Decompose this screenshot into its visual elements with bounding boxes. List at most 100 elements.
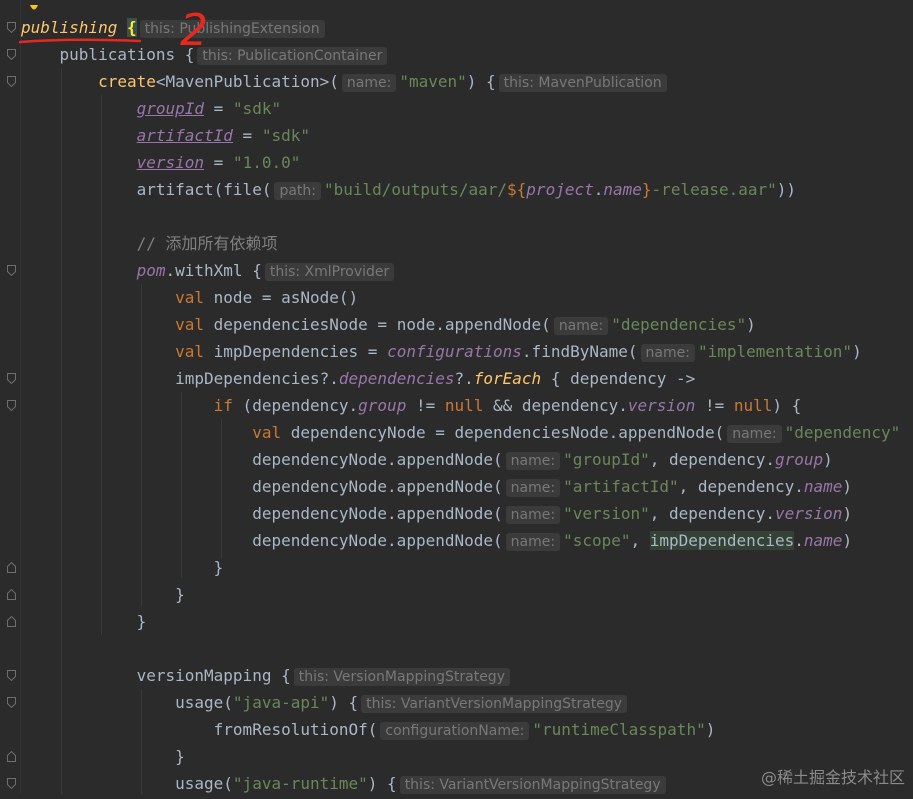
fold-marker-icon[interactable] <box>7 778 16 789</box>
code-editor[interactable]: publishing {this: PublishingExtension pu… <box>21 14 913 797</box>
code-string: "sdk" <box>261 126 310 145</box>
code-line-10: pom.withXml {this: XmlProvider <box>21 257 913 284</box>
inlay-hint: name: <box>640 344 695 362</box>
code-string: "java-runtime" <box>232 774 368 793</box>
code-text: ) <box>823 450 833 469</box>
code-line-12: val dependenciesNode = node.appendNode(n… <box>21 311 913 338</box>
code-text: } <box>213 558 224 577</box>
fold-end-marker-icon[interactable] <box>7 616 16 627</box>
fold-marker-icon[interactable] <box>7 697 16 708</box>
code-string: "artifactId" <box>563 477 679 496</box>
code-text: dependencyNode.appendNode( <box>252 504 503 523</box>
code-text: fromResolutionOf( <box>213 720 378 739</box>
code-text: . <box>593 180 604 199</box>
code-property: dependencies <box>338 369 455 388</box>
code-keyword: null <box>733 396 773 415</box>
fold-marker-icon[interactable] <box>7 49 16 60</box>
code-string: "scope" <box>563 531 631 550</box>
code-property: project <box>526 180 594 199</box>
inlay-hint: name: <box>505 533 561 551</box>
code-keyword: val <box>252 423 282 442</box>
code-line-4: groupId = "sdk" <box>21 95 913 122</box>
code-line-2: publications {this: PublicationContainer <box>21 41 913 68</box>
code-string: "1.0.0" <box>232 153 301 172</box>
code-text: ) <box>852 342 862 361</box>
code-text: usage( <box>175 774 233 793</box>
watermark-text: @稀土掘金技术社区 <box>760 768 905 787</box>
code-text: , dependency. <box>678 477 804 496</box>
inlay-hint: name: <box>505 479 561 497</box>
code-property: version <box>627 396 696 415</box>
code-text: ) <box>746 315 756 334</box>
inlay-hint: path: <box>274 182 321 200</box>
code-line-27: fromResolutionOf(configurationName: "runt… <box>21 716 913 743</box>
code-text: ) { <box>329 693 359 712</box>
code-line-11: val node = asNode() <box>21 284 913 311</box>
inlay-hint: this: VariantVersionMappingStrategy <box>361 695 628 713</box>
code-keyword: val <box>175 288 205 307</box>
code-template: } <box>641 180 652 199</box>
code-text: )) <box>776 180 797 199</box>
code-string: -release.aar" <box>651 180 777 199</box>
fold-marker-icon[interactable] <box>7 76 16 87</box>
code-keyword: val <box>175 342 205 361</box>
code-text: impDependencies?. <box>175 369 339 388</box>
fold-end-marker-icon[interactable] <box>7 589 16 600</box>
code-text: ) <box>842 531 853 550</box>
fold-marker-icon[interactable] <box>7 265 16 276</box>
code-line-7: artifact(file(path: "build/outputs/aar/${… <box>21 176 913 203</box>
code-text: = <box>204 153 233 172</box>
code-line-13: val impDependencies = configurations.fin… <box>21 338 913 365</box>
code-text: ?. <box>454 369 474 388</box>
inlay-hint: configurationName: <box>380 722 530 740</box>
code-text: ) <box>842 477 853 496</box>
code-string: "dependencies" <box>611 315 747 334</box>
code-text: ) { <box>772 396 802 415</box>
code-line-14: impDependencies?.dependencies?.forEach {… <box>21 365 913 392</box>
fold-end-marker-icon[interactable] <box>7 751 16 762</box>
code-property: name <box>603 180 642 199</box>
inlay-hint: this: VariantVersionMappingStrategy <box>399 776 666 794</box>
inlay-hint: this: MavenPublication <box>498 74 667 92</box>
code-line-3: create<MavenPublication>(name: "maven") {… <box>21 68 913 95</box>
code-text: { dependency -> <box>541 369 696 388</box>
code-text: impDependencies = <box>204 342 388 361</box>
code-string: "build/outputs/aar/ <box>324 180 508 199</box>
fold-marker-icon[interactable] <box>7 22 16 33</box>
inlay-hint: this: PublicationContainer <box>197 47 388 65</box>
code-property: configurations <box>387 342 522 361</box>
code-text: node = asNode() <box>204 288 359 307</box>
fold-marker-icon[interactable] <box>7 373 16 384</box>
code-text: versionMapping { <box>136 666 291 685</box>
code-line-26: usage("java-api") {this: VariantVersionM… <box>21 689 913 716</box>
fold-end-marker-icon[interactable] <box>7 562 16 573</box>
code-text: (dependency. <box>232 396 359 415</box>
code-line-22: } <box>21 581 913 608</box>
code-text: } <box>136 612 147 631</box>
fold-marker-icon[interactable] <box>7 400 16 411</box>
code-text: = <box>232 126 262 145</box>
code-text: , <box>630 531 650 550</box>
code-keyword: if <box>213 396 233 415</box>
code-property: artifactId <box>136 126 233 145</box>
code-text: usage( <box>175 693 233 712</box>
code-text: artifact(file( <box>136 180 272 199</box>
inlay-hint: name: <box>505 506 561 524</box>
code-function: create <box>98 72 156 91</box>
code-text: ) <box>705 720 716 739</box>
code-string: "implementation" <box>697 342 853 361</box>
code-string: "sdk" <box>232 99 282 118</box>
code-property: pom <box>136 261 166 280</box>
code-text: dependencyNode.appendNode( <box>252 450 503 469</box>
code-text: } <box>175 747 185 766</box>
code-line-17: dependencyNode.appendNode(name: "groupId"… <box>21 446 913 473</box>
editor-gutter <box>0 0 21 794</box>
code-text: != <box>406 396 445 415</box>
code-keyword: val <box>175 315 205 334</box>
matched-brace: { <box>126 18 137 37</box>
code-text: ) <box>842 504 853 523</box>
fold-marker-icon[interactable] <box>7 670 16 681</box>
inlay-hint: name: <box>727 425 782 443</box>
code-text: dependencyNode.appendNode( <box>252 477 503 496</box>
